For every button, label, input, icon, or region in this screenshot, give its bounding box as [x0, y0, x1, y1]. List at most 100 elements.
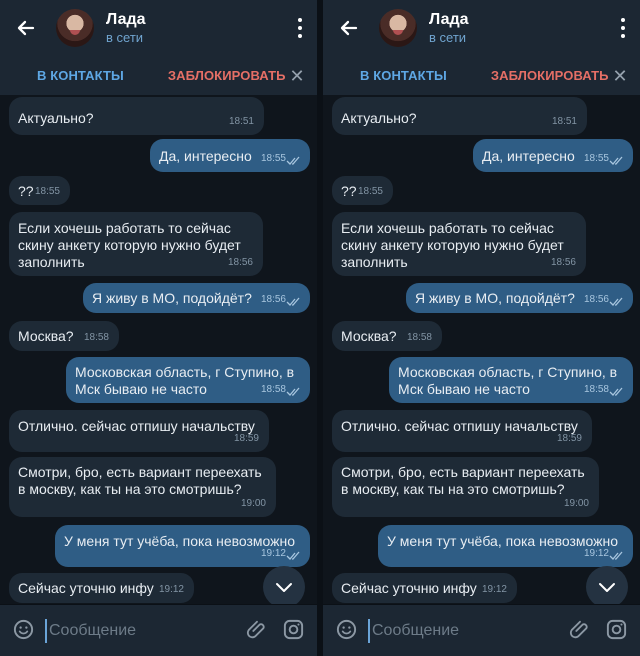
read-checkmarks-icon	[286, 156, 300, 165]
instagram-camera-icon[interactable]	[605, 618, 628, 641]
message-time: 18:59	[556, 433, 582, 444]
message-time: 19:00	[240, 498, 266, 509]
chevron-down-icon	[276, 583, 292, 592]
message-time: 18:58	[583, 384, 609, 395]
message-time: 18:58	[83, 332, 109, 343]
message-bubble[interactable]: ?? 18:55	[9, 176, 70, 205]
message-time: 19:00	[563, 498, 589, 509]
message-input[interactable]	[368, 619, 544, 643]
message-time: 18:55	[357, 186, 383, 197]
contact-title-block[interactable]: Лада в сети	[429, 10, 549, 46]
back-arrow-icon[interactable]	[14, 16, 38, 40]
contact-status: в сети	[429, 30, 467, 45]
message-bubble[interactable]: Если хочешь работать то сейчас скину анк…	[9, 212, 263, 276]
message-text: Актуально?	[341, 110, 417, 126]
chat-screen-right: Лада в сети В КОНТАКТЫ ЗАБЛОКИРОВАТЬ ✕ А…	[323, 0, 640, 656]
read-checkmarks-icon	[609, 297, 623, 306]
new-contact-actionbar: В КОНТАКТЫ ЗАБЛОКИРОВАТЬ ✕	[0, 56, 317, 95]
emoji-icon[interactable]	[335, 618, 358, 641]
message-bubble[interactable]: Актуально? 18:51	[9, 97, 264, 135]
message-bubble[interactable]: Отлично. сейчас отпишу начальству 18:59	[9, 410, 269, 452]
contact-avatar[interactable]	[56, 9, 94, 47]
message-time: 18:58	[406, 332, 432, 343]
message-composer	[0, 604, 317, 656]
contact-title-block[interactable]: Лада в сети	[106, 10, 226, 46]
read-checkmarks-icon	[286, 387, 300, 396]
new-contact-actionbar: В КОНТАКТЫ ЗАБЛОКИРОВАТЬ ✕	[323, 56, 640, 95]
read-checkmarks-icon	[286, 551, 300, 560]
message-time: 19:12	[260, 548, 286, 559]
scroll-down-button[interactable]	[263, 566, 305, 605]
read-checkmarks-icon	[286, 297, 300, 306]
contact-avatar[interactable]	[379, 9, 417, 47]
scroll-down-button[interactable]	[586, 566, 628, 605]
emoji-icon[interactable]	[12, 618, 35, 641]
message-composer	[323, 604, 640, 656]
close-actionbar-icon[interactable]: ✕	[610, 66, 630, 86]
chat-header: Лада в сети	[323, 0, 640, 56]
message-bubble[interactable]: У меня тут учёба, пока невозможно 19:12	[378, 525, 633, 567]
message-input[interactable]	[45, 619, 221, 643]
message-bubble[interactable]: Московская область, г Ступино, в Мск быв…	[389, 357, 633, 403]
message-time: 18:55	[583, 153, 609, 164]
message-bubble[interactable]: Московская область, г Ступино, в Мск быв…	[66, 357, 310, 403]
message-bubble[interactable]: Сейчас уточню инфу 19:12	[9, 573, 194, 603]
message-time: 18:51	[228, 116, 254, 127]
message-bubble[interactable]: Сейчас уточню инфу 19:12	[332, 573, 517, 603]
message-text: Если хочешь работать то сейчас скину анк…	[341, 220, 564, 270]
message-bubble[interactable]: Я живу в МО, подойдёт? 18:56	[406, 283, 633, 313]
message-bubble[interactable]: Смотри, бро, есть вариант переехать в мо…	[9, 457, 276, 517]
instagram-camera-icon[interactable]	[282, 618, 305, 641]
message-time: 19:12	[583, 548, 609, 559]
message-time: 18:58	[260, 384, 286, 395]
more-menu-icon[interactable]	[295, 18, 305, 38]
message-time: 18:56	[550, 257, 576, 268]
chat-header: Лада в сети	[0, 0, 317, 56]
message-bubble[interactable]: Да, интересно 18:55	[473, 139, 633, 172]
message-text: Смотри, бро, есть вариант переехать в мо…	[18, 464, 262, 497]
close-actionbar-icon[interactable]: ✕	[287, 66, 307, 86]
contact-name: Лада	[429, 11, 469, 28]
add-to-contacts-button[interactable]: В КОНТАКТЫ	[360, 68, 447, 83]
message-bubble[interactable]: Москва? 18:58	[332, 321, 442, 351]
message-text: Смотри, бро, есть вариант переехать в мо…	[341, 464, 585, 497]
message-time: 18:56	[583, 294, 609, 305]
message-bubble[interactable]: Актуально? 18:51	[332, 97, 587, 135]
message-time: 18:56	[227, 257, 253, 268]
message-bubble[interactable]: Отлично. сейчас отпишу начальству 18:59	[332, 410, 592, 452]
back-arrow-icon[interactable]	[337, 16, 361, 40]
contact-name: Лада	[106, 11, 146, 28]
message-time: 18:51	[551, 116, 577, 127]
message-bubble[interactable]: Москва? 18:58	[9, 321, 119, 351]
message-time: 19:12	[158, 584, 184, 595]
message-list[interactable]: Актуально? 18:51 Да, интересно 18:55 ?? …	[323, 95, 640, 605]
message-text: Отлично. сейчас отпишу начальству	[341, 418, 578, 434]
add-to-contacts-button[interactable]: В КОНТАКТЫ	[37, 68, 124, 83]
read-checkmarks-icon	[609, 387, 623, 396]
block-user-button[interactable]: ЗАБЛОКИРОВАТЬ	[491, 68, 609, 83]
message-bubble[interactable]: Да, интересно 18:55	[150, 139, 310, 172]
message-bubble[interactable]: У меня тут учёба, пока невозможно 19:12	[55, 525, 310, 567]
message-time: 18:59	[233, 433, 259, 444]
message-time: 19:12	[481, 584, 507, 595]
contact-status: в сети	[106, 30, 144, 45]
message-time: 18:56	[260, 294, 286, 305]
chat-screen-left: Лада в сети В КОНТАКТЫ ЗАБЛОКИРОВАТЬ ✕ А…	[0, 0, 317, 656]
read-checkmarks-icon	[609, 551, 623, 560]
message-bubble[interactable]: Если хочешь работать то сейчас скину анк…	[332, 212, 586, 276]
chevron-down-icon	[599, 583, 615, 592]
attach-icon[interactable]	[246, 619, 268, 641]
message-time: 18:55	[34, 186, 60, 197]
message-bubble[interactable]: Смотри, бро, есть вариант переехать в мо…	[332, 457, 599, 517]
message-bubble[interactable]: Я живу в МО, подойдёт? 18:56	[83, 283, 310, 313]
message-text: Актуально?	[18, 110, 94, 126]
message-list[interactable]: Актуально? 18:51 Да, интересно 18:55 ?? …	[0, 95, 317, 605]
message-text: Если хочешь работать то сейчас скину анк…	[18, 220, 241, 270]
read-checkmarks-icon	[609, 156, 623, 165]
message-text: Отлично. сейчас отпишу начальству	[18, 418, 255, 434]
attach-icon[interactable]	[569, 619, 591, 641]
block-user-button[interactable]: ЗАБЛОКИРОВАТЬ	[168, 68, 286, 83]
message-time: 18:55	[260, 153, 286, 164]
more-menu-icon[interactable]	[618, 18, 628, 38]
message-bubble[interactable]: ?? 18:55	[332, 176, 393, 205]
